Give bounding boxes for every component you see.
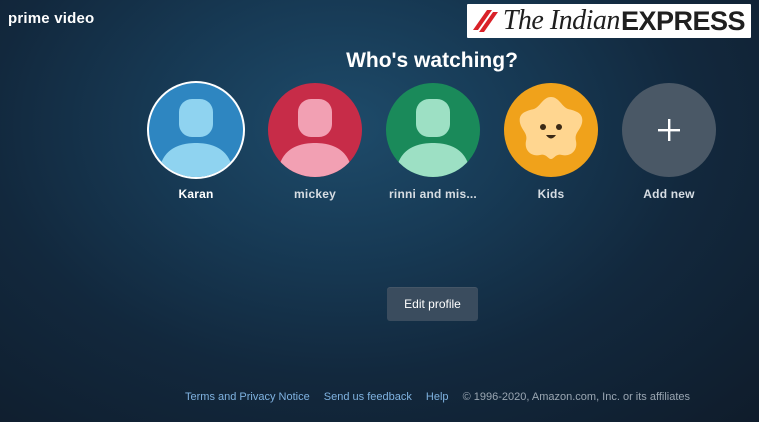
profile-avatar[interactable]	[386, 83, 480, 177]
prime-video-logo: prime video	[8, 10, 95, 27]
indian-express-logo: The Indian EXPRESS	[466, 4, 751, 38]
profile-name: Add new	[643, 187, 695, 201]
edit-profile-button[interactable]: Edit profile	[387, 287, 478, 321]
person-silhouette-icon	[278, 99, 352, 177]
profile-avatar[interactable]	[504, 83, 598, 177]
profile-list: Karan mickey rinni and mis... Kids Add n…	[148, 83, 726, 213]
profile-avatar[interactable]	[149, 83, 243, 177]
person-silhouette-icon	[159, 99, 233, 177]
profile-name: Karan	[178, 187, 214, 201]
kids-star-face-icon	[519, 97, 583, 159]
feedback-link[interactable]: Send us feedback	[324, 391, 412, 403]
profile-name: Kids	[537, 187, 565, 201]
add-profile-button[interactable]	[622, 83, 716, 177]
logo-the-indian: The Indian	[502, 5, 621, 36]
profile-rinni[interactable]: rinni and mis...	[385, 83, 481, 201]
add-new-profile[interactable]: Add new	[621, 83, 717, 201]
profile-kids[interactable]: Kids	[503, 83, 599, 201]
footer: Terms and Privacy Notice Send us feedbac…	[185, 391, 690, 403]
page-title: Who's watching?	[346, 49, 518, 72]
profile-mickey[interactable]: mickey	[267, 83, 363, 201]
profile-karan[interactable]: Karan	[148, 83, 244, 201]
help-link[interactable]: Help	[426, 391, 449, 403]
profile-avatar[interactable]	[268, 83, 362, 177]
person-silhouette-icon	[396, 99, 470, 177]
logo-express: EXPRESS	[620, 5, 746, 36]
terms-link[interactable]: Terms and Privacy Notice	[185, 391, 310, 403]
profile-name: rinni and mis...	[389, 187, 477, 201]
profile-name: mickey	[294, 187, 336, 201]
copyright-text: © 1996-2020, Amazon.com, Inc. or its aff…	[462, 391, 691, 403]
plus-icon	[658, 119, 680, 141]
indian-express-mark-icon	[472, 10, 498, 32]
